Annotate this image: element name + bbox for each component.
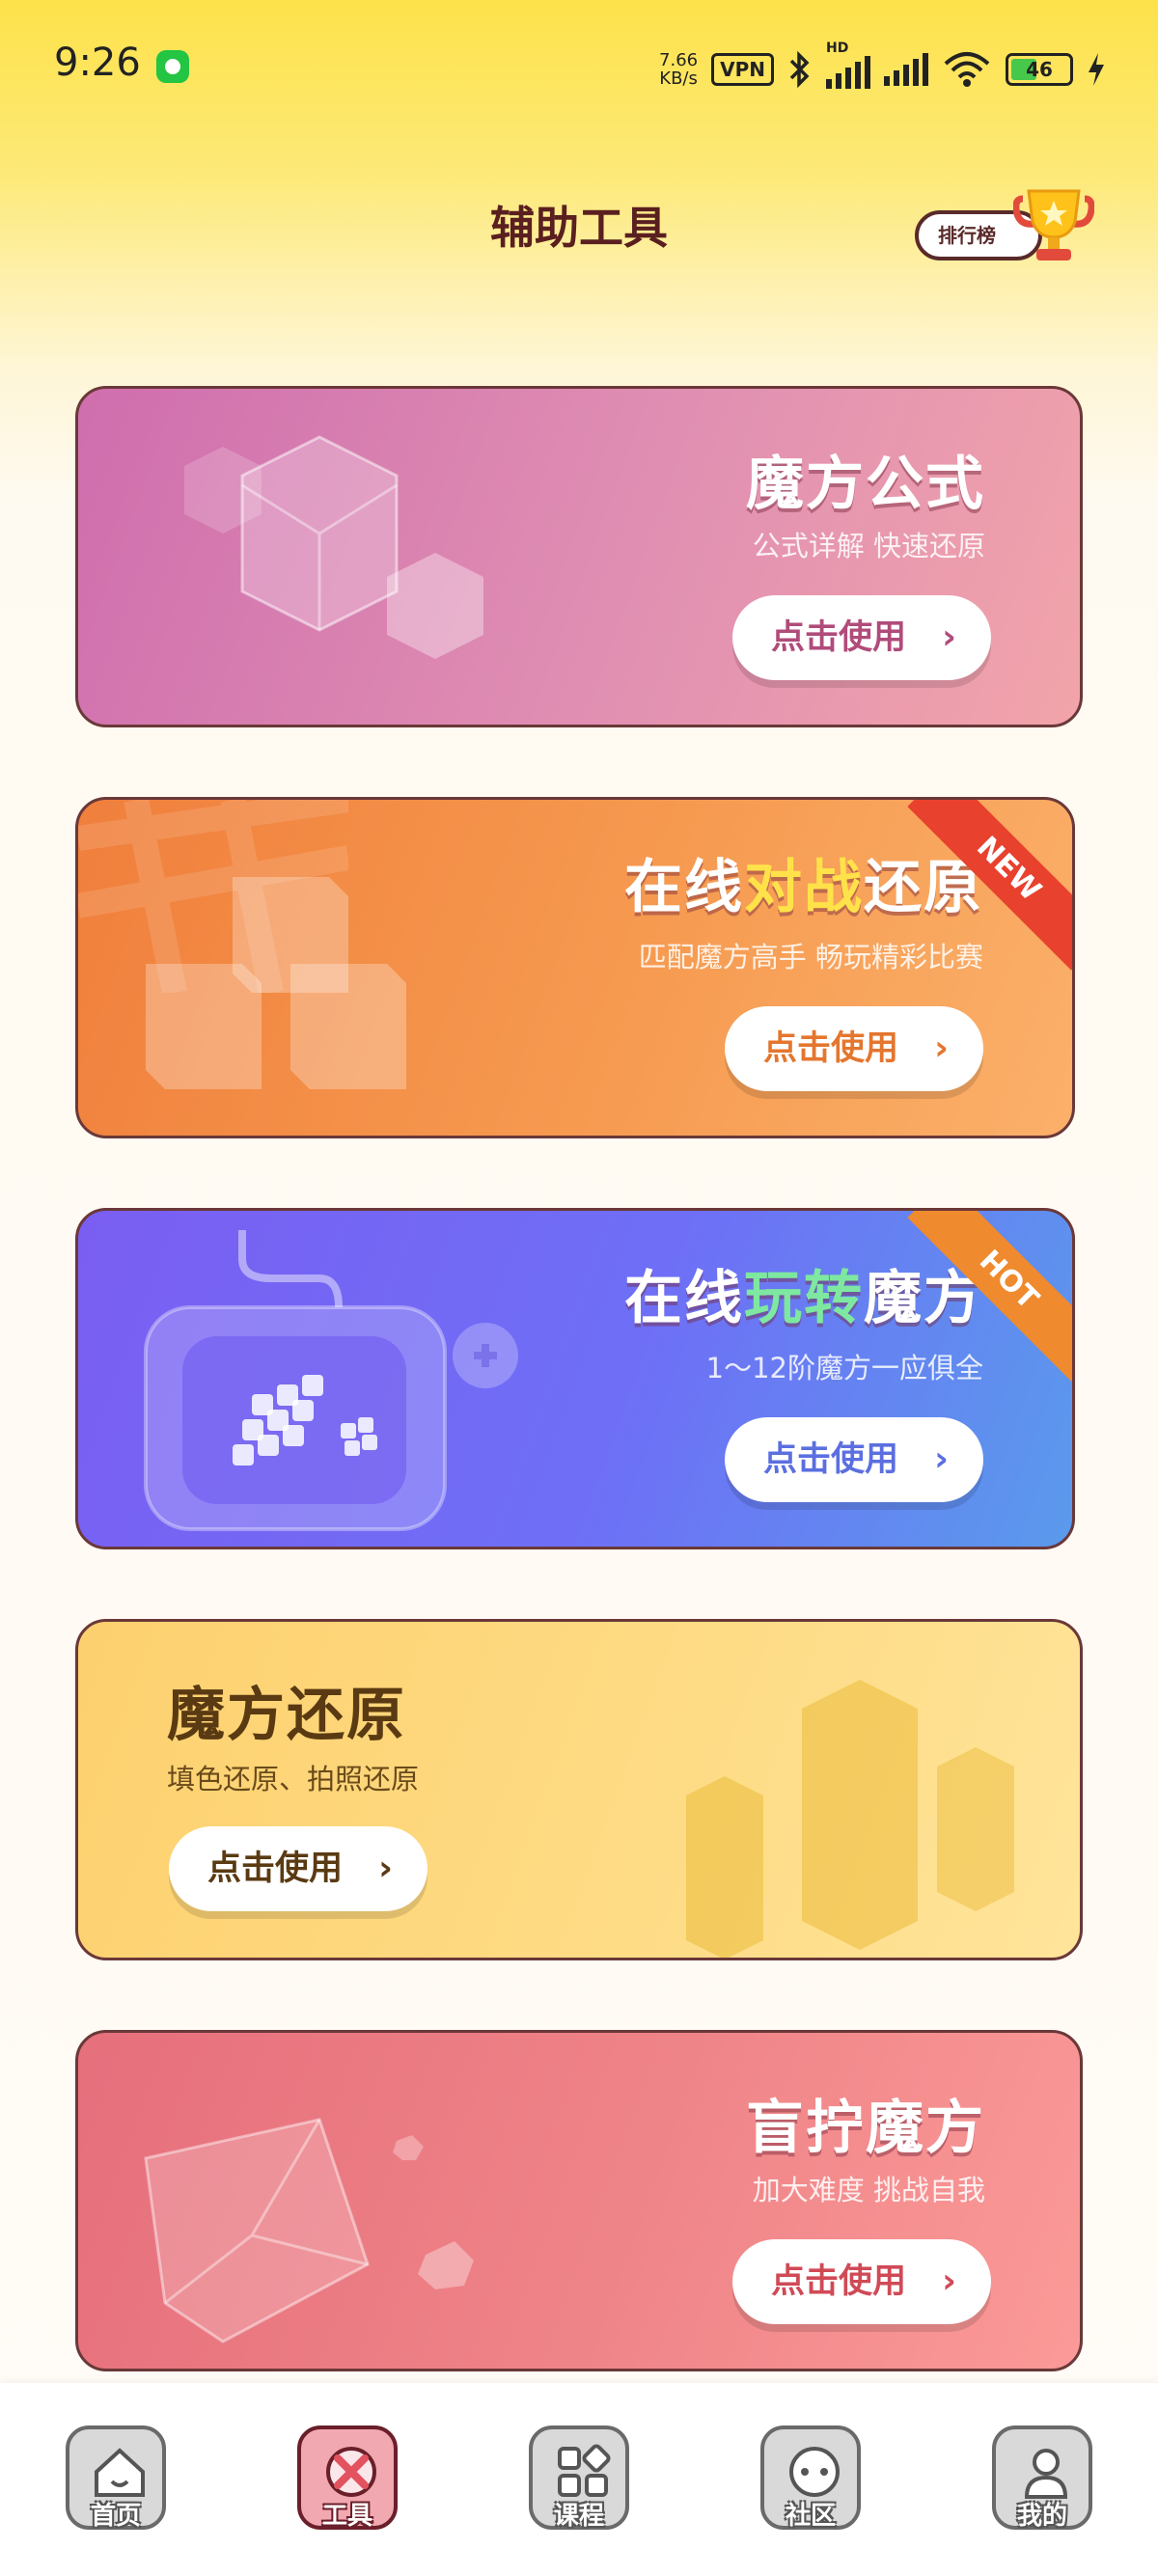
signal-hd-icon: HD [826, 41, 870, 89]
card-title: 在线玩转魔方 [624, 1251, 983, 1335]
card-title-highlight: 玩转 [744, 1265, 864, 1332]
card-title-part: 在线 [624, 1265, 744, 1332]
use-button-label: 点击使用 [771, 2262, 907, 2301]
blindfold-card[interactable]: 盲拧魔方 加大难度 挑战自我 点击使用 › [75, 2030, 1083, 2371]
card-title: 魔方公式 [746, 451, 985, 518]
community-icon [789, 2447, 840, 2497]
nav-profile[interactable]: 我的 [992, 2425, 1092, 2531]
bluetooth-icon [789, 51, 810, 88]
solver-card[interactable]: 魔方还原 填色还原、拍照还原 点击使用 › [75, 1619, 1083, 1960]
hd-label: HD [826, 41, 849, 56]
chevron-right-icon: › [378, 1849, 393, 1888]
use-button-label: 点击使用 [771, 618, 907, 657]
use-button[interactable]: 点击使用 › [725, 1006, 983, 1091]
wechat-notification-icon [156, 50, 189, 83]
nav-home[interactable]: 首页 [66, 2425, 166, 2531]
nav-tools[interactable]: 工具 [297, 2425, 398, 2531]
trophy-icon [1013, 189, 1094, 260]
leaderboard-button[interactable]: 排行榜 [915, 179, 1098, 272]
use-button[interactable]: 点击使用 › [732, 2239, 991, 2324]
card-title: 在线对战还原 [624, 840, 983, 924]
battery-level: 46 [1026, 58, 1053, 81]
profile-icon [1024, 2449, 1068, 2499]
course-icon [558, 2444, 611, 2497]
card-title-part: 在线 [624, 854, 744, 921]
tools-icon [326, 2447, 376, 2497]
card-title: 魔方还原 [167, 1682, 406, 1749]
bottom-nav: 首页 工具 课程 社区 我的 [0, 2383, 1158, 2576]
vpn-badge: VPN [711, 53, 774, 86]
battery-icon: 46 [1006, 53, 1073, 86]
nav-course[interactable]: 课程 [529, 2425, 629, 2531]
home-icon [95, 2448, 145, 2497]
wifi-icon [944, 52, 990, 87]
chevron-right-icon: › [942, 617, 956, 657]
use-button-label: 点击使用 [763, 1029, 899, 1068]
card-subtitle: 公式详解 快速还原 [752, 530, 985, 562]
use-button[interactable]: 点击使用 › [732, 595, 991, 680]
chevron-right-icon: › [942, 2261, 956, 2301]
online-battle-card[interactable]: 在线对战还原 匹配魔方高手 畅玩精彩比赛 点击使用 › NEW [75, 797, 1075, 1138]
charging-icon [1089, 53, 1104, 86]
card-subtitle: 填色还原、拍照还原 [167, 1763, 420, 1795]
use-button-label: 点击使用 [207, 1850, 344, 1888]
card-subtitle: 加大难度 挑战自我 [752, 2174, 985, 2206]
card-title-highlight: 对战 [744, 854, 864, 921]
nav-label: 首页 [90, 2502, 141, 2531]
card-subtitle: 匹配魔方高手 畅玩精彩比赛 [638, 941, 983, 973]
use-button[interactable]: 点击使用 › [169, 1826, 427, 1911]
nav-label: 工具 [321, 2502, 372, 2531]
online-play-card[interactable]: 在线玩转魔方 1～12阶魔方一应俱全 点击使用 › HOT [75, 1208, 1075, 1549]
network-speed-value: 7.66 [659, 50, 699, 70]
network-speed: 7.66 KB/s [659, 51, 698, 88]
network-speed-unit: KB/s [659, 69, 698, 89]
card-title: 盲拧魔方 [746, 2095, 985, 2162]
status-time: 9:26 [54, 41, 141, 85]
chevron-right-icon: › [934, 1439, 949, 1479]
status-bar: 9:26 7.66 KB/s VPN HD 46 [0, 0, 1158, 135]
signal-icon [884, 53, 928, 86]
nav-community[interactable]: 社区 [760, 2425, 861, 2531]
cube-illustration [184, 435, 483, 659]
formula-card[interactable]: 魔方公式 公式详解 快速还原 点击使用 › [75, 386, 1083, 727]
use-button[interactable]: 点击使用 › [725, 1417, 983, 1502]
chevron-right-icon: › [934, 1028, 949, 1068]
nav-label: 社区 [785, 2502, 836, 2531]
use-button-label: 点击使用 [763, 1440, 899, 1479]
status-icons: 7.66 KB/s VPN HD 46 [659, 41, 1106, 96]
towers-illustration [686, 1680, 1014, 1958]
card-subtitle: 1～12阶魔方一应俱全 [705, 1352, 983, 1384]
stacked-cubes-illustration [146, 877, 406, 1089]
nav-label: 我的 [1016, 2502, 1067, 2531]
nav-label: 课程 [553, 2502, 604, 2531]
glass-cube-illustration [144, 2118, 474, 2343]
gamepad-cube-illustration [144, 1230, 518, 1531]
